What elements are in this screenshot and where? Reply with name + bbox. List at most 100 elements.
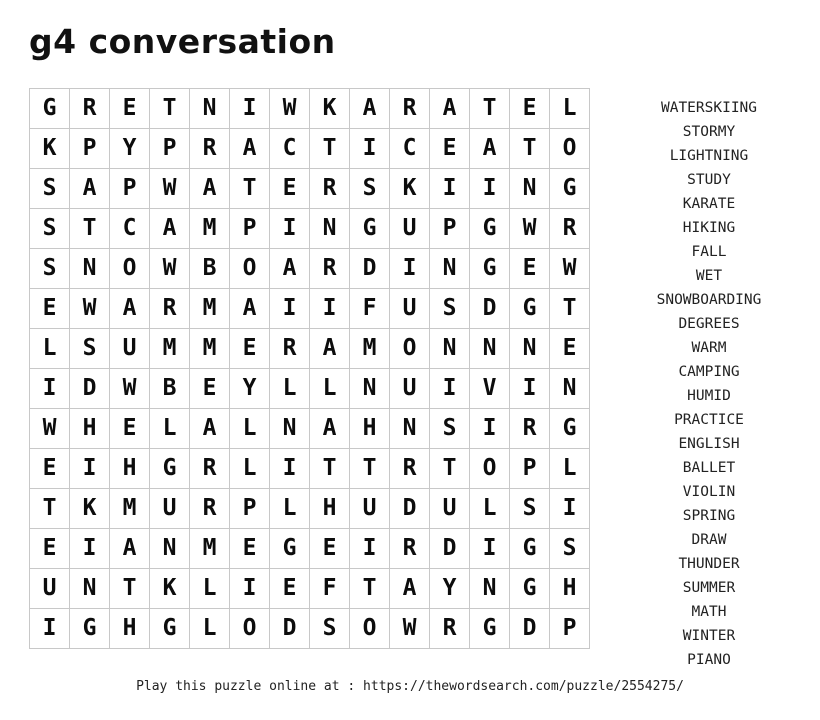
grid-cell[interactable]: E — [30, 289, 70, 329]
grid-cell[interactable]: P — [150, 129, 190, 169]
grid-cell[interactable]: U — [390, 289, 430, 329]
grid-cell[interactable]: E — [230, 329, 270, 369]
grid-cell[interactable]: G — [150, 449, 190, 489]
grid-cell[interactable]: T — [230, 169, 270, 209]
grid-cell[interactable]: Y — [110, 129, 150, 169]
grid-cell[interactable]: S — [310, 609, 350, 649]
grid-cell[interactable]: I — [470, 169, 510, 209]
grid-cell[interactable]: R — [310, 169, 350, 209]
grid-cell[interactable]: I — [230, 569, 270, 609]
grid-cell[interactable]: W — [150, 169, 190, 209]
grid-cell[interactable]: P — [230, 489, 270, 529]
grid-cell[interactable]: L — [230, 409, 270, 449]
grid-cell[interactable]: N — [470, 329, 510, 369]
grid-cell[interactable]: E — [190, 369, 230, 409]
grid-cell[interactable]: D — [390, 489, 430, 529]
grid-cell[interactable]: H — [110, 609, 150, 649]
grid-cell[interactable]: A — [70, 169, 110, 209]
grid-cell[interactable]: K — [70, 489, 110, 529]
grid-cell[interactable]: S — [550, 529, 590, 569]
grid-cell[interactable]: G — [470, 609, 510, 649]
grid-cell[interactable]: K — [30, 129, 70, 169]
grid-cell[interactable]: T — [470, 89, 510, 129]
grid-cell[interactable]: T — [510, 129, 550, 169]
grid-cell[interactable]: R — [430, 609, 470, 649]
grid-cell[interactable]: F — [350, 289, 390, 329]
grid-cell[interactable]: D — [350, 249, 390, 289]
grid-cell[interactable]: S — [430, 409, 470, 449]
grid-cell[interactable]: S — [350, 169, 390, 209]
grid-cell[interactable]: G — [350, 209, 390, 249]
grid-cell[interactable]: U — [390, 369, 430, 409]
grid-cell[interactable]: W — [550, 249, 590, 289]
grid-cell[interactable]: W — [510, 209, 550, 249]
grid-cell[interactable]: I — [310, 289, 350, 329]
grid-cell[interactable]: G — [150, 609, 190, 649]
grid-cell[interactable]: W — [70, 289, 110, 329]
grid-cell[interactable]: W — [390, 609, 430, 649]
grid-cell[interactable]: N — [430, 329, 470, 369]
grid-cell[interactable]: A — [190, 409, 230, 449]
grid-cell[interactable]: N — [70, 569, 110, 609]
grid-cell[interactable]: W — [30, 409, 70, 449]
grid-cell[interactable]: P — [230, 209, 270, 249]
grid-cell[interactable]: L — [150, 409, 190, 449]
grid-cell[interactable]: P — [430, 209, 470, 249]
grid-cell[interactable]: Y — [430, 569, 470, 609]
grid-cell[interactable]: W — [270, 89, 310, 129]
grid-cell[interactable]: U — [390, 209, 430, 249]
grid-cell[interactable]: G — [510, 289, 550, 329]
grid-cell[interactable]: R — [390, 529, 430, 569]
grid-cell[interactable]: G — [550, 409, 590, 449]
grid-cell[interactable]: H — [350, 409, 390, 449]
grid-cell[interactable]: L — [550, 89, 590, 129]
grid-cell[interactable]: H — [110, 449, 150, 489]
grid-cell[interactable]: R — [310, 249, 350, 289]
grid-cell[interactable]: T — [430, 449, 470, 489]
grid-cell[interactable]: E — [310, 529, 350, 569]
grid-cell[interactable]: E — [230, 529, 270, 569]
grid-cell[interactable]: L — [190, 569, 230, 609]
grid-cell[interactable]: A — [230, 129, 270, 169]
grid-cell[interactable]: K — [310, 89, 350, 129]
grid-cell[interactable]: D — [270, 609, 310, 649]
grid-cell[interactable]: P — [510, 449, 550, 489]
grid-cell[interactable]: I — [350, 529, 390, 569]
grid-cell[interactable]: L — [310, 369, 350, 409]
grid-cell[interactable]: R — [510, 409, 550, 449]
grid-cell[interactable]: I — [430, 369, 470, 409]
grid-cell[interactable]: C — [390, 129, 430, 169]
grid-cell[interactable]: S — [30, 249, 70, 289]
grid-cell[interactable]: W — [150, 249, 190, 289]
grid-cell[interactable]: N — [390, 409, 430, 449]
grid-cell[interactable]: I — [30, 369, 70, 409]
grid-cell[interactable]: S — [430, 289, 470, 329]
grid-cell[interactable]: A — [430, 89, 470, 129]
grid-cell[interactable]: S — [70, 329, 110, 369]
grid-cell[interactable]: T — [110, 569, 150, 609]
grid-cell[interactable]: L — [30, 329, 70, 369]
grid-cell[interactable]: R — [190, 449, 230, 489]
grid-cell[interactable]: N — [470, 569, 510, 609]
grid-cell[interactable]: O — [470, 449, 510, 489]
grid-cell[interactable]: N — [270, 409, 310, 449]
grid-cell[interactable]: C — [110, 209, 150, 249]
grid-cell[interactable]: L — [230, 449, 270, 489]
grid-cell[interactable]: E — [30, 529, 70, 569]
grid-cell[interactable]: E — [510, 249, 550, 289]
grid-cell[interactable]: R — [70, 89, 110, 129]
grid-cell[interactable]: A — [310, 329, 350, 369]
grid-cell[interactable]: A — [110, 289, 150, 329]
grid-cell[interactable]: N — [510, 329, 550, 369]
grid-cell[interactable]: I — [230, 89, 270, 129]
grid-cell[interactable]: I — [70, 449, 110, 489]
grid-cell[interactable]: B — [190, 249, 230, 289]
grid-cell[interactable]: I — [270, 289, 310, 329]
grid-cell[interactable]: O — [390, 329, 430, 369]
grid-cell[interactable]: I — [350, 129, 390, 169]
grid-cell[interactable]: R — [390, 89, 430, 129]
grid-cell[interactable]: P — [550, 609, 590, 649]
grid-cell[interactable]: N — [190, 89, 230, 129]
grid-cell[interactable]: R — [190, 129, 230, 169]
grid-cell[interactable]: E — [30, 449, 70, 489]
